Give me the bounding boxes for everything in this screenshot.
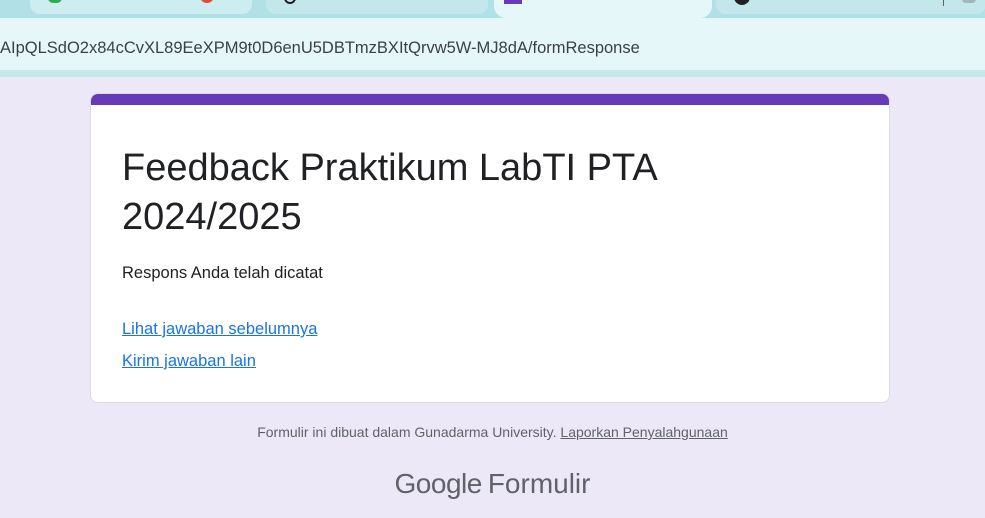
toolbar-divider [0, 70, 985, 77]
browser-tab[interactable] [30, 0, 252, 14]
browser-tab[interactable] [266, 0, 488, 14]
footer-note-text: Formulir ini dibuat dalam Gunadarma Univ… [257, 424, 557, 440]
product-wordmark: Formulir [487, 468, 591, 499]
form-header-accent [91, 94, 889, 105]
url-text[interactable]: AIpQLSdO2x84cCvXL89EeXPM9t0D6enU5DBTmzBX… [0, 38, 640, 58]
view-previous-response-link[interactable]: Lihat jawaban sebelumnya [122, 319, 317, 339]
browser-tabstrip [0, 0, 985, 18]
browser-tab[interactable] [716, 0, 985, 14]
google-wordmark: Google [394, 468, 483, 499]
google-forms-favicon-icon [504, 0, 522, 4]
form-response-card: Feedback Praktikum LabTI PTA 2024/2025 R… [90, 93, 890, 403]
google-forms-logo[interactable]: Google Formulir [0, 466, 985, 502]
form-title: Feedback Praktikum LabTI PTA 2024/2025 [122, 147, 656, 238]
response-recorded-message: Respons Anda telah dicatat [122, 264, 323, 282]
footer-note: Formulir ini dibuat dalam Gunadarma Univ… [0, 423, 985, 441]
report-abuse-link[interactable]: Laporkan Penyalahgunaan [560, 424, 727, 440]
tab-separator [943, 0, 944, 6]
submit-another-response-link[interactable]: Kirim jawaban lain [122, 351, 256, 371]
browser-tab-active[interactable] [494, 0, 712, 18]
